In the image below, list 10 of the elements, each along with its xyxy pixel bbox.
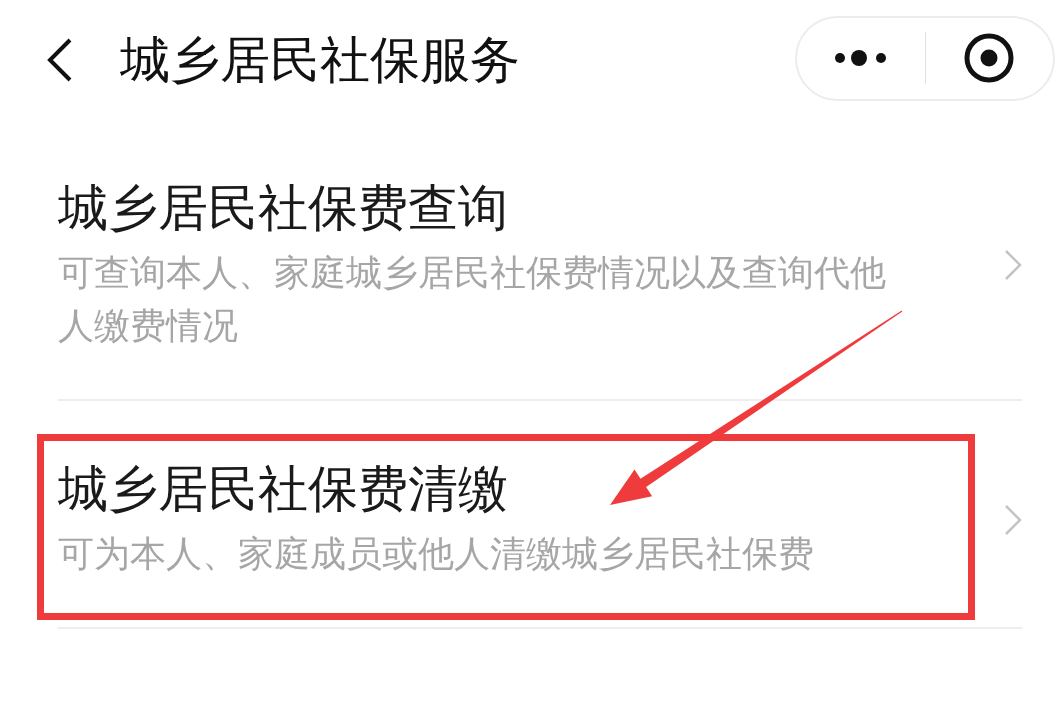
item-title: 城乡居民社保费清缴 [58,460,508,519]
page-title: 城乡居民社保服务 [120,31,520,90]
target-icon [964,33,1015,83]
more-icon [834,50,887,66]
chevron-right-icon [1004,503,1022,536]
item-title: 城乡居民社保费查询 [58,179,508,238]
item-description: 可查询本人、家庭城乡居民社保费情况以及查询代他人缴费情况 [58,251,887,348]
chevron-right-icon [1004,249,1022,281]
item-description: 可为本人、家庭成员或他人清缴城乡居民社保费 [58,532,815,576]
back-icon [47,38,73,82]
